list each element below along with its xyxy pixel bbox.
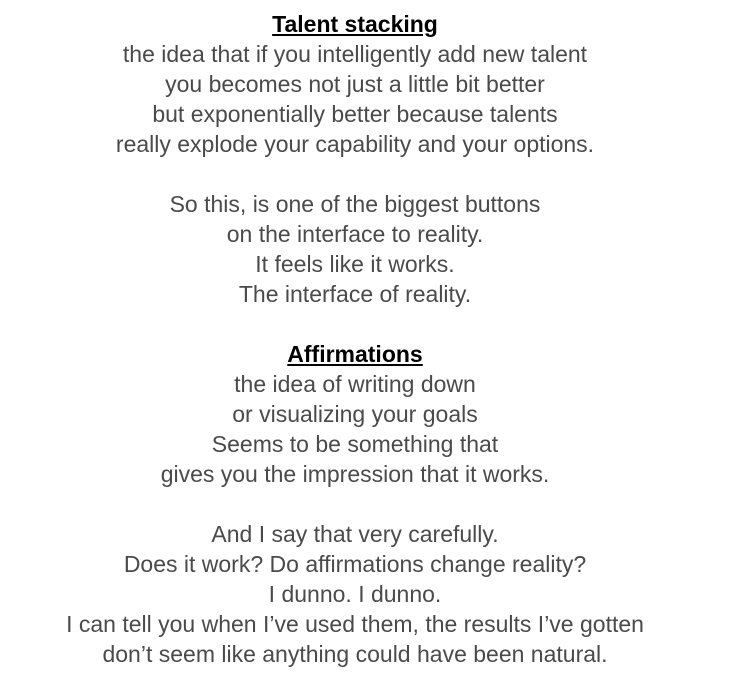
- section-affirmations: Affirmations the idea of writing down or…: [0, 339, 710, 669]
- section-heading: Talent stacking: [272, 11, 438, 37]
- section-talent-stacking: Talent stacking the idea that if you int…: [0, 9, 710, 309]
- text-line: And I say that very carefully.: [211, 521, 499, 547]
- text-line: I can tell you when I’ve used them, the …: [66, 611, 644, 637]
- document-body: Talent stacking the idea that if you int…: [0, 9, 710, 669]
- text-line: the idea of writing down: [234, 371, 476, 397]
- text-line: you becomes not just a little bit better: [165, 71, 545, 97]
- text-line: really explode your capability and your …: [115, 131, 595, 157]
- text-line: It feels like it works.: [255, 251, 455, 277]
- text-line: on the interface to reality.: [226, 221, 484, 247]
- section-heading: Affirmations: [287, 341, 423, 367]
- text-line: don’t seem like anything could have been…: [102, 641, 608, 667]
- text-line: So this, is one of the biggest buttons: [169, 191, 541, 217]
- text-line: Does it work? Do affirmations change rea…: [123, 551, 587, 577]
- section-gap: [0, 309, 710, 339]
- text-line: the idea that if you intelligently add n…: [122, 41, 588, 67]
- text-line: Seems to be something that: [211, 431, 499, 457]
- text-line: The interface of reality.: [238, 281, 472, 307]
- text-line: gives you the impression that it works.: [160, 461, 550, 487]
- text-line: or visualizing your goals: [232, 401, 478, 427]
- text-line: I dunno. I dunno.: [268, 581, 442, 607]
- text-line: but exponentially better because talents: [152, 101, 558, 127]
